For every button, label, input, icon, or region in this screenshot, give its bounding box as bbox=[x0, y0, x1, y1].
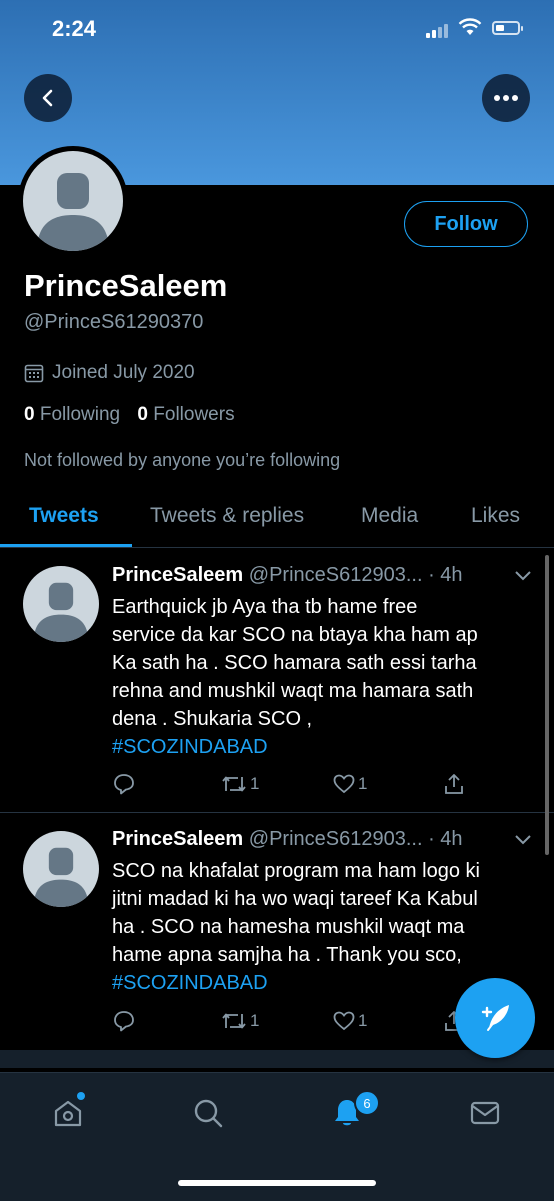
tweet-text: Earthquick jb Aya tha tb hame free servi… bbox=[112, 593, 532, 761]
retweet-button[interactable]: 1 bbox=[220, 772, 259, 796]
tweet-line: ha . SCO na hamesha mushkil waqt ma bbox=[112, 916, 465, 938]
tweet[interactable]: PrinceSaleem @PrinceS612903... · 4h Eart… bbox=[0, 548, 554, 812]
retweet-icon bbox=[222, 1013, 246, 1029]
like-button[interactable]: 1 bbox=[332, 1009, 367, 1033]
tweet-line: Ka sath ha . SCO hamara sath essi tarha bbox=[112, 652, 477, 674]
profile-tabs: Tweets Tweets & replies Media Likes bbox=[0, 492, 554, 548]
tweet-line: hame apna samjha ha . Thank you sco, bbox=[112, 944, 462, 966]
like-count: 1 bbox=[358, 774, 368, 793]
tweet-line: jitni madad ki ha wo waqi tareef Ka Kabu… bbox=[112, 888, 478, 910]
default-avatar-icon bbox=[23, 151, 123, 251]
tweet-actions: 1 1 bbox=[112, 772, 532, 802]
tweet-line: rehna and mushkil waqt ma hamara sath bbox=[112, 680, 474, 702]
joined-text: Joined July 2020 bbox=[52, 362, 195, 383]
tweet-author-name: PrinceSaleem bbox=[112, 564, 244, 586]
back-arrow-icon bbox=[42, 89, 53, 107]
tweet-avatar[interactable] bbox=[23, 566, 99, 642]
tweet-line: dena . Shukaria SCO , bbox=[112, 708, 313, 730]
tweet-author-handle: @PrinceS612903... bbox=[248, 828, 423, 850]
profile-name: PrinceSaleem bbox=[24, 268, 228, 303]
joined-date: Joined July 2020 bbox=[24, 362, 195, 384]
status-time: 2:24 bbox=[52, 16, 97, 41]
retweet-count: 1 bbox=[250, 1011, 260, 1030]
tweet-text: SCO na khafalat program ma ham logo ki j… bbox=[112, 857, 532, 997]
chevron-down-icon[interactable] bbox=[514, 834, 532, 846]
cellular-signal-icon bbox=[426, 22, 452, 38]
share-button[interactable] bbox=[442, 772, 468, 796]
following-label: Following bbox=[39, 404, 121, 425]
compose-tweet-icon bbox=[481, 1005, 509, 1031]
hashtag-link[interactable]: #SCOZINDABAD bbox=[112, 733, 532, 761]
heart-icon bbox=[333, 1011, 355, 1031]
search-icon[interactable] bbox=[192, 1097, 224, 1129]
tab-likes[interactable]: Likes bbox=[471, 504, 520, 528]
tweet-header: PrinceSaleem @PrinceS612903... · 4h bbox=[112, 564, 463, 587]
notification-badge: 6 bbox=[354, 1090, 380, 1116]
tweet-time: · 4h bbox=[428, 828, 463, 850]
retweet-icon bbox=[222, 776, 246, 792]
following-link[interactable]: 0 Following bbox=[24, 404, 120, 425]
scrollbar[interactable] bbox=[545, 555, 549, 855]
back-button[interactable] bbox=[24, 74, 72, 122]
follow-stats: 0 Following 0 Followers bbox=[24, 404, 235, 426]
more-options-icon bbox=[494, 95, 518, 101]
status-bar: 2:24 bbox=[0, 0, 554, 60]
chevron-down-icon[interactable] bbox=[514, 570, 532, 582]
more-options-button[interactable] bbox=[482, 74, 530, 122]
tab-tweets-replies[interactable]: Tweets & replies bbox=[150, 504, 304, 528]
profile-avatar[interactable] bbox=[18, 146, 128, 256]
tweet-header: PrinceSaleem @PrinceS612903... · 4h bbox=[112, 828, 463, 851]
tab-media[interactable]: Media bbox=[361, 504, 418, 528]
profile-handle: @PrinceS61290370 bbox=[24, 311, 204, 333]
tweet-time: · 4h bbox=[428, 564, 463, 586]
followers-label: Followers bbox=[153, 404, 235, 425]
not-followed-note: Not followed by anyone you’re following bbox=[24, 450, 341, 470]
following-count: 0 bbox=[24, 404, 35, 425]
tweet-avatar[interactable] bbox=[23, 831, 99, 907]
home-icon[interactable] bbox=[52, 1097, 84, 1129]
tweet-line: Earthquick jb Aya tha tb hame free bbox=[112, 596, 418, 618]
feed-end-separator bbox=[0, 1050, 554, 1068]
home-indicator[interactable] bbox=[178, 1180, 376, 1186]
wifi-icon bbox=[458, 18, 482, 35]
reply-button[interactable] bbox=[112, 1009, 138, 1033]
share-icon bbox=[445, 774, 463, 794]
messages-icon[interactable] bbox=[469, 1097, 501, 1129]
follow-button[interactable]: Follow bbox=[404, 201, 528, 247]
followers-link[interactable]: 0 Followers bbox=[137, 404, 234, 425]
active-tab-indicator bbox=[0, 544, 132, 547]
calendar-icon bbox=[24, 364, 44, 383]
tweet-line: service da kar SCO na btaya kha ham ap bbox=[112, 624, 478, 646]
retweet-count: 1 bbox=[250, 774, 260, 793]
heart-icon bbox=[333, 774, 355, 794]
reply-icon bbox=[114, 774, 134, 795]
reply-icon bbox=[114, 1011, 134, 1032]
like-button[interactable]: 1 bbox=[332, 772, 367, 796]
tweet-line: SCO na khafalat program ma ham logo ki bbox=[112, 860, 480, 882]
compose-tweet-button[interactable] bbox=[455, 978, 535, 1058]
home-unread-dot bbox=[77, 1092, 85, 1100]
tab-tweets[interactable]: Tweets bbox=[29, 504, 99, 528]
tweet-author-name: PrinceSaleem bbox=[112, 828, 244, 850]
reply-button[interactable] bbox=[112, 772, 138, 796]
retweet-button[interactable]: 1 bbox=[220, 1009, 259, 1033]
tweet-author-handle: @PrinceS612903... bbox=[248, 564, 423, 586]
followers-count: 0 bbox=[137, 404, 148, 425]
battery-icon bbox=[492, 21, 523, 35]
like-count: 1 bbox=[358, 1011, 368, 1030]
